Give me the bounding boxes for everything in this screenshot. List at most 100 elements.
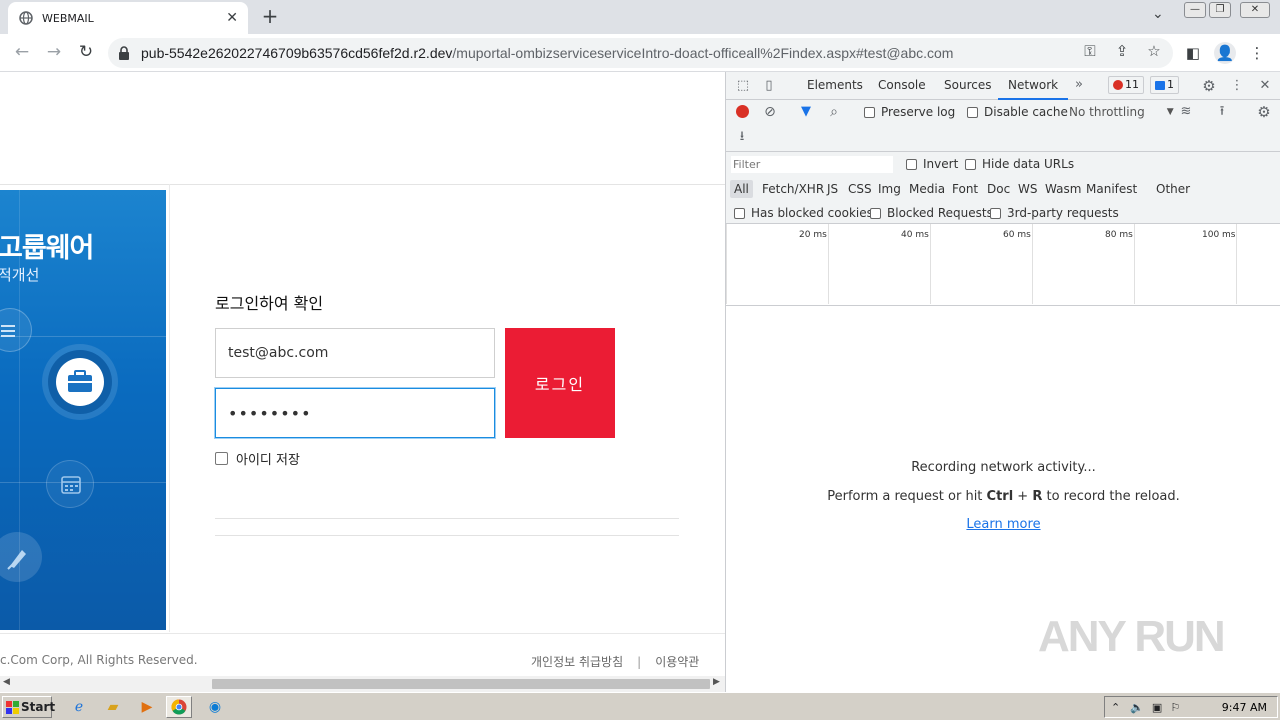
login-button[interactable]: 로그인 [505, 328, 615, 438]
scroll-left-icon[interactable]: ◀ [3, 677, 10, 687]
third-party-option[interactable]: 3rd-party requests [990, 206, 1119, 220]
inspect-element-icon[interactable]: ⬚ [734, 77, 752, 95]
tray-arrow-icon[interactable]: ⌃ [1111, 701, 1120, 714]
throttling-select[interactable]: No throttling ▼ [1069, 105, 1174, 119]
recording-message: Recording network activity... [911, 460, 1096, 475]
type-filter-css[interactable]: CSS [846, 180, 874, 198]
blocked-requests-option[interactable]: Blocked Requests [870, 206, 993, 220]
type-filter-doc[interactable]: Doc [985, 180, 1012, 198]
record-icon[interactable] [733, 103, 751, 121]
address-bar[interactable]: pub-5542e262022746709b63576cd56fef2d.r2.… [108, 38, 1173, 68]
browser-tab[interactable]: WEBMAIL ✕ [8, 2, 248, 34]
type-filter-ws[interactable]: WS [1016, 180, 1039, 198]
footer-divider [0, 633, 725, 634]
type-filter-font[interactable]: Font [950, 180, 980, 198]
type-filter-other[interactable]: Other [1154, 180, 1192, 198]
tab-search-icon[interactable]: ⌄ [1152, 6, 1164, 22]
network-timeline[interactable]: 20 ms 40 ms 60 ms 80 ms 100 ms [726, 224, 1280, 306]
type-filter-manifest[interactable]: Manifest [1084, 180, 1139, 198]
blocked-requests-checkbox[interactable] [870, 207, 881, 219]
type-filter-js[interactable]: JS [825, 180, 840, 198]
search-icon[interactable]: ⌕ [825, 103, 843, 121]
network-conditions-icon[interactable]: ≋ [1177, 103, 1195, 121]
tab-console[interactable]: Console [878, 78, 926, 92]
flag-icon[interactable]: ⚐ [1170, 701, 1180, 714]
device-toolbar-icon[interactable]: ▯ [760, 77, 778, 95]
timeline-tick-label: 100 ms [1202, 230, 1236, 240]
calendar-icon [46, 460, 94, 508]
hide-data-urls-checkbox[interactable] [965, 158, 976, 170]
reload-hint: Perform a request or hit Ctrl + R to rec… [827, 489, 1180, 504]
chrome-taskbar-icon[interactable] [166, 696, 192, 718]
globe-icon [18, 10, 34, 26]
devtools-tabbar: ⬚ ▯ Elements Console Sources Network » 1… [726, 72, 1280, 100]
third-party-checkbox[interactable] [990, 207, 1001, 219]
email-field[interactable]: test@abc.com [215, 328, 495, 378]
type-filter-img[interactable]: Img [876, 180, 903, 198]
close-window-button[interactable]: ✕ [1240, 2, 1270, 18]
blocked-cookies-checkbox[interactable] [734, 207, 745, 219]
horizontal-scrollbar[interactable]: ◀ ▶ [0, 676, 725, 692]
divider [215, 518, 679, 519]
empty-state: Recording network activity... Perform a … [726, 460, 1280, 532]
scroll-right-icon[interactable]: ▶ [713, 677, 720, 687]
edge-icon[interactable]: ◉ [202, 696, 228, 718]
network-tray-icon[interactable]: ▣ [1152, 701, 1162, 714]
bookmark-star-icon[interactable]: ☆ [1144, 41, 1164, 61]
side-panel-icon[interactable]: ◧ [1182, 42, 1204, 64]
blocked-cookies-option[interactable]: Has blocked cookies [734, 206, 873, 220]
privacy-policy-link[interactable]: 개인정보 취급방침 [531, 655, 623, 669]
profile-avatar-icon[interactable]: 👤 [1214, 42, 1236, 64]
copyright-text: c.Com Corp, All Rights Reserved. [0, 653, 198, 667]
filter-funnel-icon[interactable]: ▼ [797, 103, 815, 121]
remember-id-checkbox[interactable] [215, 452, 228, 465]
ie-icon[interactable]: ℯ [66, 696, 92, 718]
import-har-icon[interactable]: ⭱ [1213, 103, 1231, 121]
export-har-icon[interactable]: ⭳ [733, 128, 751, 146]
share-icon[interactable]: ⇪ [1112, 41, 1132, 61]
message-count-badge[interactable]: 1 [1150, 76, 1179, 94]
type-filter-all[interactable]: All [730, 180, 753, 198]
network-settings-icon[interactable]: ⚙ [1255, 103, 1273, 121]
invert-checkbox[interactable] [906, 158, 917, 170]
error-count-badge[interactable]: 11 [1108, 76, 1144, 94]
clear-icon[interactable]: ⊘ [761, 103, 779, 121]
tab-network[interactable]: Network [998, 78, 1069, 100]
devtools-menu-icon[interactable]: ⋮ [1228, 77, 1246, 95]
explorer-folder-icon[interactable]: ▰ [100, 696, 126, 718]
lock-icon [118, 46, 132, 60]
disable-cache-checkbox[interactable] [967, 106, 978, 118]
close-tab-icon[interactable]: ✕ [226, 10, 238, 26]
hide-data-urls-option[interactable]: Hide data URLs [965, 157, 1074, 171]
learn-more-link[interactable]: Learn more [726, 517, 1280, 532]
type-filter-media[interactable]: Media [907, 180, 947, 198]
tab-sources[interactable]: Sources [944, 78, 991, 92]
forward-button[interactable]: → [42, 40, 66, 64]
back-button[interactable]: ← [10, 40, 34, 64]
remember-id-option[interactable]: 아이디 저장 [215, 449, 300, 468]
password-field[interactable]: •••••••• [215, 388, 495, 438]
banner-title: 고룹웨어 [0, 233, 94, 264]
new-tab-button[interactable]: + [258, 5, 282, 29]
settings-gear-icon[interactable]: ⚙ [1200, 77, 1218, 95]
scrollbar-thumb[interactable] [212, 679, 710, 689]
terms-link[interactable]: 이용약관 [655, 655, 699, 669]
preserve-log-checkbox[interactable] [864, 106, 875, 118]
more-tabs-icon[interactable]: » [1070, 76, 1088, 94]
reload-button[interactable]: ↻ [74, 40, 98, 64]
tab-elements[interactable]: Elements [807, 78, 863, 92]
type-filter-wasm[interactable]: Wasm [1043, 180, 1083, 198]
disable-cache-option[interactable]: Disable cache [967, 105, 1068, 119]
preserve-log-option[interactable]: Preserve log [864, 105, 955, 119]
start-button[interactable]: Start [2, 696, 55, 718]
type-filter-fetch-xhr[interactable]: Fetch/XHR [760, 180, 826, 198]
media-player-icon[interactable]: ▶ [134, 696, 160, 718]
minimize-button[interactable]: — [1184, 2, 1206, 18]
invert-option[interactable]: Invert [906, 157, 958, 171]
filter-input[interactable]: Filter [731, 156, 893, 173]
menu-dots-icon[interactable]: ⋮ [1246, 42, 1268, 64]
volume-icon[interactable]: 🔈 [1130, 701, 1144, 714]
key-icon[interactable]: ⚿ [1080, 41, 1100, 61]
restore-button[interactable]: ❐ [1209, 2, 1231, 18]
close-devtools-icon[interactable]: ✕ [1256, 77, 1274, 95]
